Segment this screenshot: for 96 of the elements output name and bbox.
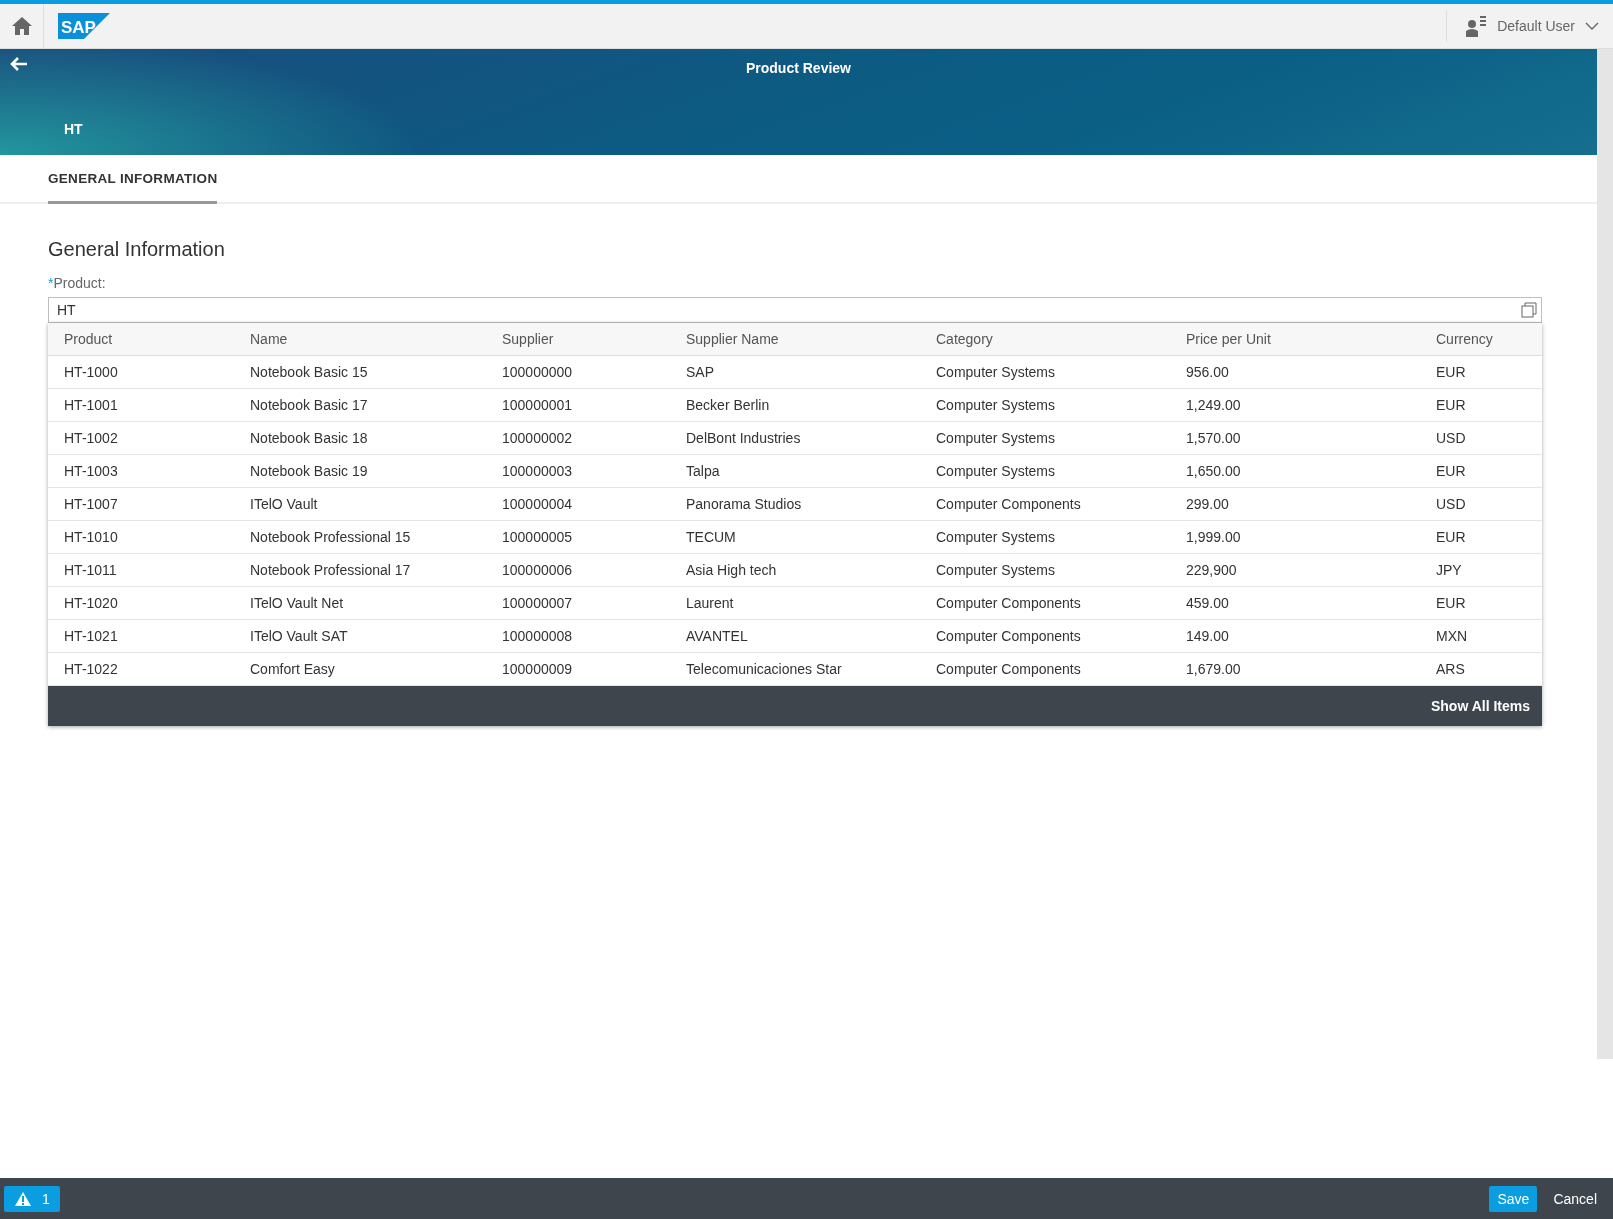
value-help-icon[interactable] (1521, 302, 1537, 318)
table-cell: Computer Systems (920, 388, 1170, 422)
table-cell: HT-1021 (48, 619, 234, 653)
table-cell: Notebook Basic 19 (234, 454, 486, 488)
back-button[interactable] (10, 57, 28, 71)
cancel-button[interactable]: Cancel (1545, 1185, 1605, 1212)
column-header: Product (48, 323, 234, 356)
table-cell: 100000001 (486, 388, 670, 422)
table-cell: SAP (670, 355, 920, 389)
table-cell: EUR (1420, 520, 1542, 554)
table-cell: 100000006 (486, 553, 670, 587)
table-cell: Computer Components (920, 619, 1170, 653)
warning-icon (14, 1190, 32, 1207)
column-header: Category (920, 323, 1170, 356)
table-cell: Comfort Easy (234, 652, 486, 686)
table-cell: 100000003 (486, 454, 670, 488)
table-cell: Laurent (670, 586, 920, 620)
table-cell: MXN (1420, 619, 1542, 653)
table-cell: Notebook Basic 17 (234, 388, 486, 422)
object-title: HT (64, 121, 83, 137)
table-cell: 1,650.00 (1170, 454, 1420, 488)
table-cell: 299.00 (1170, 487, 1420, 521)
logo-text: SAP (61, 18, 96, 37)
table-cell: 956.00 (1170, 355, 1420, 389)
table-cell: Telecomunicaciones Star (670, 652, 920, 686)
table-cell: Notebook Basic 15 (234, 355, 486, 389)
table-cell: 1,999.00 (1170, 520, 1420, 554)
section-title: General Information (48, 238, 226, 261)
table-cell: DelBont Industries (670, 421, 920, 455)
table-cell: HT-1020 (48, 586, 234, 620)
table-cell: Computer Systems (920, 355, 1170, 389)
table-cell: Computer Systems (920, 520, 1170, 554)
column-header: Name (234, 323, 486, 356)
table-cell: Computer Systems (920, 553, 1170, 587)
table-cell: Panorama Studios (670, 487, 920, 521)
table-cell: 100000005 (486, 520, 670, 554)
home-icon (10, 15, 33, 37)
tab[interactable]: GENERAL INFORMATION (48, 155, 218, 204)
table-cell: EUR (1420, 388, 1542, 422)
table-cell: Notebook Professional 17 (234, 553, 486, 587)
field-label: Product: (53, 275, 106, 291)
table-cell: HT-1022 (48, 652, 234, 686)
user-icon (1465, 15, 1488, 37)
column-header: Supplier (486, 323, 670, 356)
table-cell: Computer Components (920, 652, 1170, 686)
table-cell: 100000002 (486, 421, 670, 455)
table-cell: Computer Systems (920, 454, 1170, 488)
table-cell: ARS (1420, 652, 1542, 686)
table-cell: EUR (1420, 355, 1542, 389)
table-cell: HT-1010 (48, 520, 234, 554)
table-cell: TECUM (670, 520, 920, 554)
table-cell: HT-1011 (48, 553, 234, 587)
table-cell: 1,570.00 (1170, 421, 1420, 455)
table-cell: EUR (1420, 586, 1542, 620)
table-cell: HT-1001 (48, 388, 234, 422)
user-menu-button[interactable]: Default User (1446, 10, 1613, 42)
table-cell: HT-1002 (48, 421, 234, 455)
table-cell: 149.00 (1170, 619, 1420, 653)
table-cell: HT-1007 (48, 487, 234, 521)
table-cell: HT-1000 (48, 355, 234, 389)
table-cell: USD (1420, 487, 1542, 521)
table-cell: Becker Berlin (670, 388, 920, 422)
table-cell: Talpa (670, 454, 920, 488)
table-cell: 100000004 (486, 487, 670, 521)
product-input-field[interactable]: HT (48, 297, 1542, 323)
table-cell: 100000009 (486, 652, 670, 686)
table-cell: 1,249.00 (1170, 388, 1420, 422)
column-header: Supplier Name (670, 323, 920, 356)
table-cell: ITelO Vault (234, 487, 486, 521)
table-cell: ITelO Vault Net (234, 586, 486, 620)
back-arrow-icon (10, 57, 28, 71)
table-cell: USD (1420, 421, 1542, 455)
table-cell: 1,679.00 (1170, 652, 1420, 686)
required-mark: * (48, 275, 54, 291)
table-cell: HT-1003 (48, 454, 234, 488)
table-cell: Computer Components (920, 487, 1170, 521)
table-cell: 459.00 (1170, 586, 1420, 620)
scrollbar[interactable] (1597, 49, 1613, 1059)
page-title: Product Review (746, 59, 851, 76)
show-all-button[interactable]: Show All Items (1418, 698, 1542, 714)
table-cell: Computer Components (920, 586, 1170, 620)
chevron-down-icon (1585, 21, 1599, 31)
table-cell: AVANTEL (670, 619, 920, 653)
table-cell: EUR (1420, 454, 1542, 488)
table-cell: 100000008 (486, 619, 670, 653)
table-cell: Asia High tech (670, 553, 920, 587)
column-header: Price per Unit (1170, 323, 1420, 356)
table-cell: 100000007 (486, 586, 670, 620)
table-cell: 229,900 (1170, 553, 1420, 587)
table-cell: ITelO Vault SAT (234, 619, 486, 653)
table-cell: Notebook Professional 15 (234, 520, 486, 554)
column-header: Currency (1420, 323, 1542, 356)
table-cell: JPY (1420, 553, 1542, 587)
table-cell: Notebook Basic 18 (234, 421, 486, 455)
table-cell: Computer Systems (920, 421, 1170, 455)
table-cell: 100000000 (486, 355, 670, 389)
